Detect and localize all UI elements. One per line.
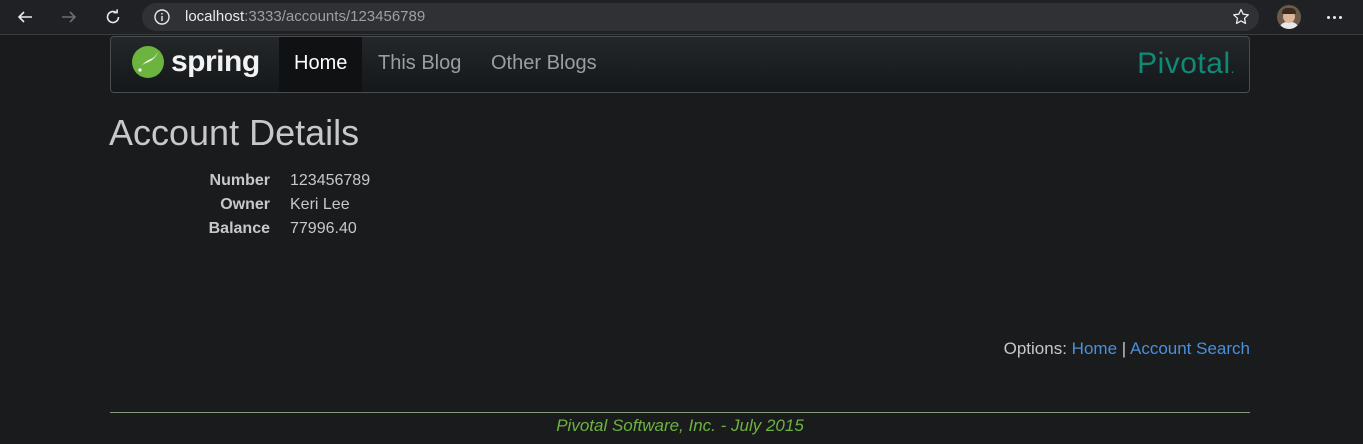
spring-leaf-icon <box>132 46 164 78</box>
home-link[interactable]: Home <box>1072 339 1117 358</box>
detail-value: 77996.40 <box>290 220 357 237</box>
pivotal-logo[interactable]: Pivotal. <box>1137 47 1235 81</box>
account-search-link[interactable]: Account Search <box>1130 339 1250 358</box>
options-bar: Options: Home | Account Search <box>1004 339 1250 359</box>
detail-value: Keri Lee <box>290 196 350 213</box>
reload-icon[interactable] <box>99 4 127 30</box>
info-icon[interactable] <box>153 8 171 26</box>
more-icon[interactable] <box>1322 6 1346 28</box>
nav-item-home[interactable]: Home <box>279 37 363 92</box>
browser-toolbar: localhost:3333/accounts/123456789 <box>0 0 1363 35</box>
detail-value: 123456789 <box>290 172 371 189</box>
detail-row-owner: Owner Keri Lee <box>160 195 370 219</box>
footer-divider <box>110 412 1250 413</box>
address-bar[interactable]: localhost:3333/accounts/123456789 <box>142 3 1259 31</box>
nav-item-other-blogs[interactable]: Other Blogs <box>476 37 612 92</box>
url-text: localhost:3333/accounts/123456789 <box>185 8 426 25</box>
spring-brand[interactable]: spring <box>131 45 260 79</box>
forward-icon[interactable] <box>55 4 83 30</box>
options-separator: | <box>1121 339 1127 358</box>
account-details: Number 123456789 Owner Keri Lee Balance … <box>160 171 370 243</box>
detail-label: Balance <box>208 220 270 237</box>
detail-row-balance: Balance 77996.40 <box>160 219 370 243</box>
detail-row-number: Number 123456789 <box>160 171 371 195</box>
nav-item-this-blog[interactable]: This Blog <box>363 37 476 92</box>
detail-label: Number <box>209 172 270 189</box>
back-icon[interactable] <box>11 4 39 30</box>
detail-label: Owner <box>220 196 270 213</box>
footer-text: Pivotal Software, Inc. - July 2015 <box>556 416 804 435</box>
page-title: Account Details <box>109 112 360 153</box>
profile-avatar[interactable] <box>1277 5 1301 29</box>
options-label: Options: <box>1003 339 1067 358</box>
brand-name: spring <box>171 45 260 78</box>
site-navbar: spring Home This Blog Other Blogs Pivota… <box>110 36 1250 93</box>
star-icon[interactable] <box>1231 7 1251 27</box>
